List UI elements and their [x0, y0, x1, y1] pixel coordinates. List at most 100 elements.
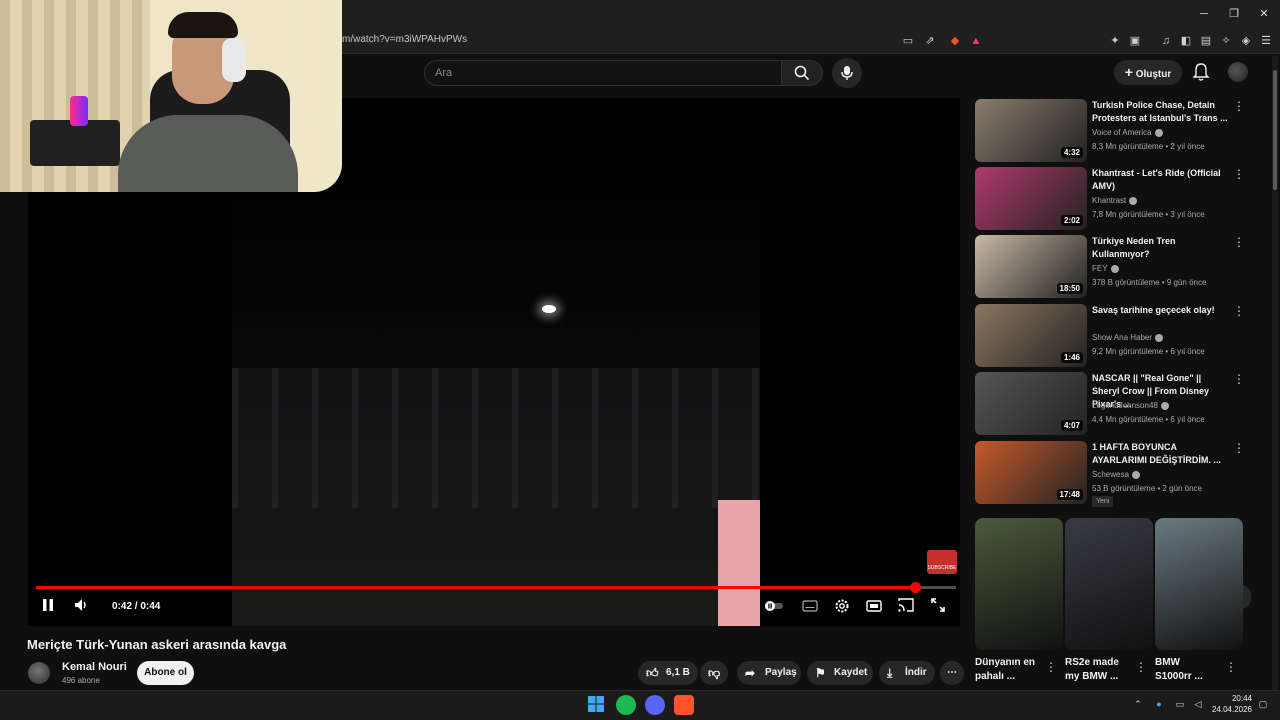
brave-rewards-icon[interactable]: ▲ — [968, 33, 984, 49]
recommendation-title[interactable]: 1 HAFTA BOYUNCA AYARLARIMI DEĞİŞTİRDİM. … — [1092, 441, 1230, 467]
volume-icon — [75, 599, 86, 611]
recommendation-title[interactable]: Khantrast - Let's Ride (Official AMV) — [1092, 167, 1230, 193]
recommendation-meta: 378 B görüntüleme • 9 gün önce — [1092, 278, 1207, 287]
short-thumbnail[interactable] — [1065, 518, 1153, 650]
close-button[interactable]: ✕ — [1256, 6, 1272, 22]
bookmark-icon: ⚑ — [815, 666, 826, 680]
menu-icon[interactable]: ☰ — [1258, 33, 1274, 49]
music-icon[interactable]: ♫ — [1158, 33, 1174, 49]
video-duration: 4:07 — [1060, 420, 1083, 431]
recommendation-channel[interactable]: LegendJohnson48 — [1092, 401, 1169, 410]
tray-chevron-icon[interactable]: ⌃ — [1132, 698, 1144, 710]
dislike-button[interactable]: 👎︎ — [700, 661, 728, 685]
download-icon: ⤓ — [887, 666, 893, 680]
cast-button[interactable] — [896, 598, 916, 618]
autoplay-toggle[interactable] — [764, 598, 784, 618]
windows-taskbar — [0, 690, 1280, 720]
theater-mode-button[interactable] — [864, 598, 884, 618]
discord-icon[interactable] — [645, 695, 665, 715]
subscribe-button[interactable]: Abone ol — [137, 661, 194, 685]
account-avatar[interactable] — [1228, 62, 1248, 82]
video-duration: 1:46 — [1060, 352, 1083, 363]
more-options-icon[interactable]: ⋮ — [1233, 372, 1245, 386]
recommendation-title[interactable]: Savaş tarihine geçecek olay! — [1092, 304, 1230, 317]
recommendation-thumbnail[interactable]: 18:50 — [975, 235, 1087, 298]
progress-scrubber[interactable] — [909, 582, 921, 593]
windows-start-icon[interactable] — [587, 695, 607, 715]
short-title[interactable]: RS2e made my BMW ... — [1065, 656, 1125, 684]
maximize-button[interactable]: ❐ — [1226, 6, 1242, 22]
recommendation-thumbnail[interactable]: 1:46 — [975, 304, 1087, 367]
time-display: 0:42 / 0:44 — [112, 601, 161, 612]
save-button[interactable]: ⚑ Kaydet — [807, 661, 873, 685]
wallet-icon[interactable]: ▤ — [1198, 33, 1214, 49]
brave-shields-icon[interactable]: ◆ — [947, 33, 963, 49]
video-duration: 18:50 — [1056, 283, 1083, 294]
short-thumbnail[interactable] — [975, 518, 1063, 650]
subscribe-watermark[interactable]: SUBSCRIBE — [927, 550, 957, 574]
settings-button[interactable] — [832, 598, 852, 618]
channel-name[interactable]: Kemal Nouri — [62, 661, 127, 673]
microphone-icon — [841, 66, 853, 80]
channel-name: Khantrast — [1092, 196, 1127, 205]
notifications-button[interactable] — [1191, 62, 1211, 82]
share-page-icon[interactable]: ⇗ — [922, 33, 938, 49]
more-options-icon[interactable]: ⋮ — [1233, 99, 1245, 113]
short-options-icon[interactable]: ⋮ — [1225, 660, 1237, 674]
recommendation-thumbnail[interactable]: 17:48 — [975, 441, 1087, 504]
short-title[interactable]: BMW S1000rr ... — [1155, 656, 1215, 684]
person-hair — [168, 12, 238, 38]
recommendation-channel[interactable]: Show Ana Haber — [1092, 333, 1164, 342]
recommendation-thumbnail[interactable]: 4:32 — [975, 99, 1087, 162]
tray-mic-icon[interactable]: ● — [1153, 698, 1165, 710]
create-button[interactable]: + Oluştur — [1114, 60, 1182, 85]
recommendation-thumbnail[interactable]: 4:07 — [975, 372, 1087, 435]
tree-silhouettes — [232, 368, 760, 508]
fullscreen-button[interactable] — [928, 598, 948, 618]
tab-icon[interactable]: ▣ — [1127, 33, 1143, 49]
recommendation-title[interactable]: Turkish Police Chase, Detain Protesters … — [1092, 99, 1230, 125]
more-options-icon[interactable]: ⋮ — [1233, 167, 1245, 181]
short-thumbnail[interactable] — [1155, 518, 1243, 650]
recommendation-channel[interactable]: Khantrast — [1092, 196, 1138, 205]
install-app-icon[interactable]: ▭ — [900, 33, 916, 49]
brave-browser-icon[interactable] — [674, 695, 694, 715]
leo-ai-icon[interactable]: ✧ — [1218, 33, 1234, 49]
recommendation-thumbnail[interactable]: 2:02 — [975, 167, 1087, 230]
channel-avatar[interactable] — [28, 662, 50, 684]
share-button[interactable]: ➦ Paylaş — [737, 661, 801, 685]
voice-search-button[interactable] — [832, 58, 862, 88]
short-title[interactable]: Dünyanın en pahalı ... — [975, 656, 1035, 684]
tray-network-icon[interactable]: ▭ — [1174, 698, 1186, 710]
volume-button[interactable] — [72, 598, 92, 618]
search-placeholder: Ara — [435, 67, 453, 79]
scrollbar-thumb[interactable] — [1273, 70, 1277, 190]
minimize-button[interactable]: ─ — [1196, 6, 1212, 22]
notification-center-icon[interactable]: ▢ — [1257, 698, 1269, 710]
short-options-icon[interactable]: ⋮ — [1135, 660, 1147, 674]
verified-icon — [1129, 196, 1138, 205]
search-button[interactable] — [781, 60, 823, 86]
vpn-shield-icon[interactable]: ◈ — [1238, 33, 1254, 49]
more-options-icon[interactable]: ⋮ — [1233, 304, 1245, 318]
download-button[interactable]: ⤓ İndir — [879, 661, 935, 685]
like-button[interactable]: 👍︎ 6,1 B — [638, 661, 698, 685]
subtitles-button[interactable] — [800, 598, 820, 618]
more-actions-button[interactable]: ⋯ — [940, 661, 964, 685]
sidebar-icon[interactable]: ◧ — [1178, 33, 1194, 49]
taskbar-time[interactable]: 20:44 — [1212, 694, 1252, 703]
recommendation-title[interactable]: Türkiye Neden Tren Kullanmıyor? — [1092, 235, 1230, 261]
taskbar-date[interactable]: 24.04.2026 — [1202, 705, 1252, 714]
pause-button[interactable] — [38, 598, 58, 618]
short-options-icon[interactable]: ⋮ — [1045, 660, 1057, 674]
spotify-icon[interactable] — [616, 695, 636, 715]
recommendation-channel[interactable]: FEY — [1092, 264, 1119, 273]
more-options-icon[interactable]: ⋮ — [1233, 235, 1245, 249]
extensions-icon[interactable]: ✦ — [1107, 33, 1123, 49]
search-input[interactable]: Ara — [424, 60, 782, 86]
verified-icon — [1160, 401, 1169, 410]
url-text[interactable]: m/watch?v=m3iWPAHvPWs — [342, 34, 467, 45]
recommendation-channel[interactable]: Voice of America — [1092, 128, 1163, 137]
more-options-icon[interactable]: ⋮ — [1233, 441, 1245, 455]
recommendation-channel[interactable]: Schewesa — [1092, 470, 1140, 479]
